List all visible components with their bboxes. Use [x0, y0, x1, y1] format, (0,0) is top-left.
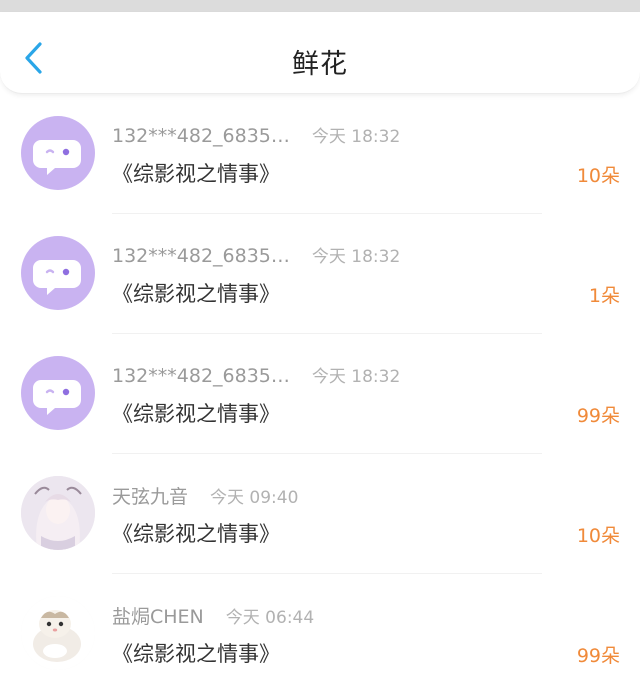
list-item[interactable]: 132***482_6835… 今天 18:32 《综影视之情事》 99朵: [0, 334, 640, 454]
list-item[interactable]: 盐焗CHEN 今天 06:44 《综影视之情事》 99朵: [0, 574, 640, 694]
username-text: 天弦九音: [112, 486, 189, 508]
flower-count: 99朵: [576, 645, 620, 667]
avatar[interactable]: [21, 236, 95, 310]
timestamp: 今天 18:32: [311, 127, 401, 147]
username: 132***482_6835… 今天 18:32: [112, 242, 400, 267]
chat-bot-avatar-icon: [33, 140, 81, 175]
list-item[interactable]: 天弦九音 今天 09:40 《综影视之情事》 10朵: [0, 454, 640, 574]
timestamp: 今天 09:40: [210, 488, 299, 508]
book-title: 《综影视之情事》: [112, 402, 280, 426]
nav-header: 鲜花: [0, 12, 640, 94]
avatar[interactable]: [21, 356, 95, 430]
timestamp: 今天 18:32: [311, 367, 401, 387]
book-title: 《综影视之情事》: [112, 642, 280, 666]
chat-bot-avatar-icon: [33, 380, 81, 415]
flower-count: 1朵: [588, 285, 620, 307]
username-text: 盐焗CHEN: [112, 606, 204, 628]
status-bar-strip: [0, 0, 640, 12]
chat-bot-avatar-icon: [33, 260, 81, 295]
flower-count: 99朵: [576, 405, 620, 427]
avatar[interactable]: [21, 116, 95, 190]
username: 盐焗CHEN 今天 06:44: [112, 602, 314, 629]
username-text: 132***482_6835…: [112, 365, 290, 387]
flower-count: 10朵: [576, 165, 620, 187]
book-title: 《综影视之情事》: [112, 162, 280, 186]
username: 天弦九音 今天 09:40: [112, 482, 298, 509]
flower-count: 10朵: [576, 525, 620, 547]
hamster-avatar-icon: [21, 596, 95, 670]
list-item[interactable]: 132***482_6835… 今天 18:32 《综影视之情事》 1朵: [0, 214, 640, 334]
username: 132***482_6835… 今天 18:32: [112, 362, 400, 387]
username-text: 132***482_6835…: [112, 125, 290, 147]
timestamp: 今天 18:32: [311, 247, 401, 267]
username-text: 132***482_6835…: [112, 245, 290, 267]
avatar[interactable]: [21, 476, 95, 550]
avatar[interactable]: [21, 596, 95, 670]
username: 132***482_6835… 今天 18:32: [112, 122, 400, 147]
flower-record-list: 132***482_6835… 今天 18:32 《综影视之情事》 10朵 132…: [0, 94, 640, 694]
book-title: 《综影视之情事》: [112, 282, 280, 306]
anime-girl-avatar-icon: [21, 476, 95, 550]
timestamp: 今天 06:44: [225, 608, 315, 628]
page-title: 鲜花: [292, 49, 348, 80]
list-item[interactable]: 132***482_6835… 今天 18:32 《综影视之情事》 10朵: [0, 94, 640, 214]
book-title: 《综影视之情事》: [112, 522, 280, 546]
